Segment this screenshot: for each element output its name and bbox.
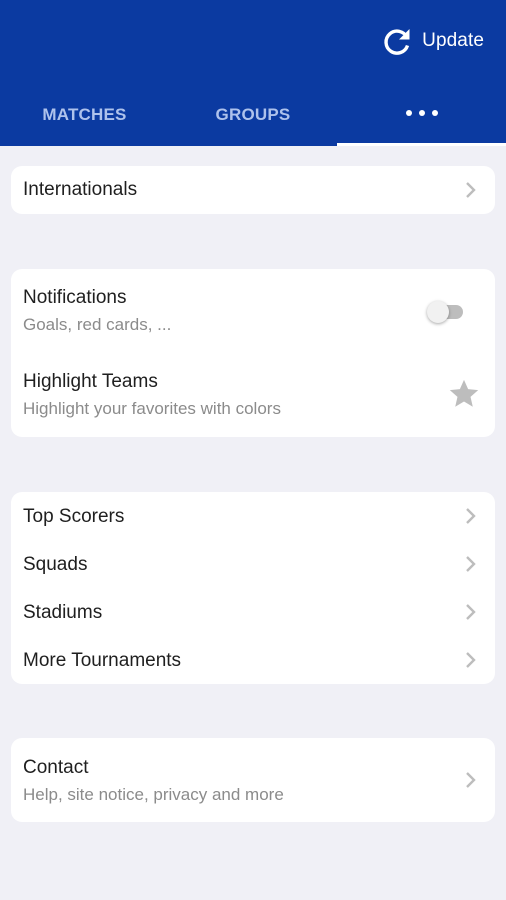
highlight-teams-item[interactable]: Highlight Teams Highlight your favorites… — [11, 353, 495, 437]
chevron-right-icon — [463, 554, 477, 574]
refresh-icon — [381, 25, 413, 57]
update-button[interactable]: Update — [381, 22, 484, 60]
notifications-subtitle: Goals, red cards, ... — [23, 315, 172, 334]
highlight-teams-subtitle: Highlight your favorites with colors — [23, 399, 281, 418]
tab-matches[interactable]: MATCHES — [0, 84, 169, 146]
notifications-title: Notifications — [23, 287, 127, 308]
more-tournaments-item[interactable]: More Tournaments — [11, 636, 495, 684]
notifications-toggle[interactable] — [427, 301, 465, 323]
tab-bar: MATCHES GROUPS — [0, 84, 506, 146]
contact-subtitle: Help, site notice, privacy and more — [23, 785, 284, 804]
contact-item[interactable]: Contact Help, site notice, privacy and m… — [11, 738, 495, 822]
top-scorers-item[interactable]: Top Scorers — [11, 492, 495, 540]
chevron-right-icon — [463, 770, 477, 790]
toggle-thumb — [427, 301, 449, 323]
notifications-item[interactable]: Notifications Goals, red cards, ... — [11, 269, 495, 353]
update-label: Update — [422, 30, 484, 51]
app-bar: Update MATCHES GROUPS — [0, 0, 506, 146]
stadiums-item[interactable]: Stadiums — [11, 588, 495, 636]
contact-title: Contact — [23, 757, 89, 778]
contact-card: Contact Help, site notice, privacy and m… — [11, 738, 495, 822]
chevron-right-icon — [463, 650, 477, 670]
tab-more[interactable] — [337, 84, 506, 146]
chevron-right-icon — [463, 506, 477, 526]
squads-item[interactable]: Squads — [11, 540, 495, 588]
chevron-right-icon — [463, 602, 477, 622]
internationals-item[interactable]: Internationals — [11, 166, 495, 214]
more-horizontal-icon — [405, 110, 438, 116]
chevron-right-icon — [463, 180, 477, 200]
tab-groups[interactable]: GROUPS — [169, 84, 337, 146]
star-icon[interactable] — [447, 377, 481, 411]
squads-title: Squads — [23, 554, 88, 575]
tab-matches-label: MATCHES — [42, 105, 127, 124]
lists-card: Top Scorers Squads Stadiums More Tournam… — [11, 492, 495, 684]
highlight-teams-title: Highlight Teams — [23, 371, 158, 392]
stadiums-title: Stadiums — [23, 602, 103, 623]
top-scorers-title: Top Scorers — [23, 506, 125, 527]
more-tournaments-title: More Tournaments — [23, 650, 182, 671]
tab-selected-indicator — [337, 143, 506, 146]
internationals-card: Internationals — [11, 166, 495, 214]
internationals-title: Internationals — [23, 179, 138, 200]
settings-card: Notifications Goals, red cards, ... High… — [11, 269, 495, 437]
tab-groups-label: GROUPS — [215, 105, 291, 124]
